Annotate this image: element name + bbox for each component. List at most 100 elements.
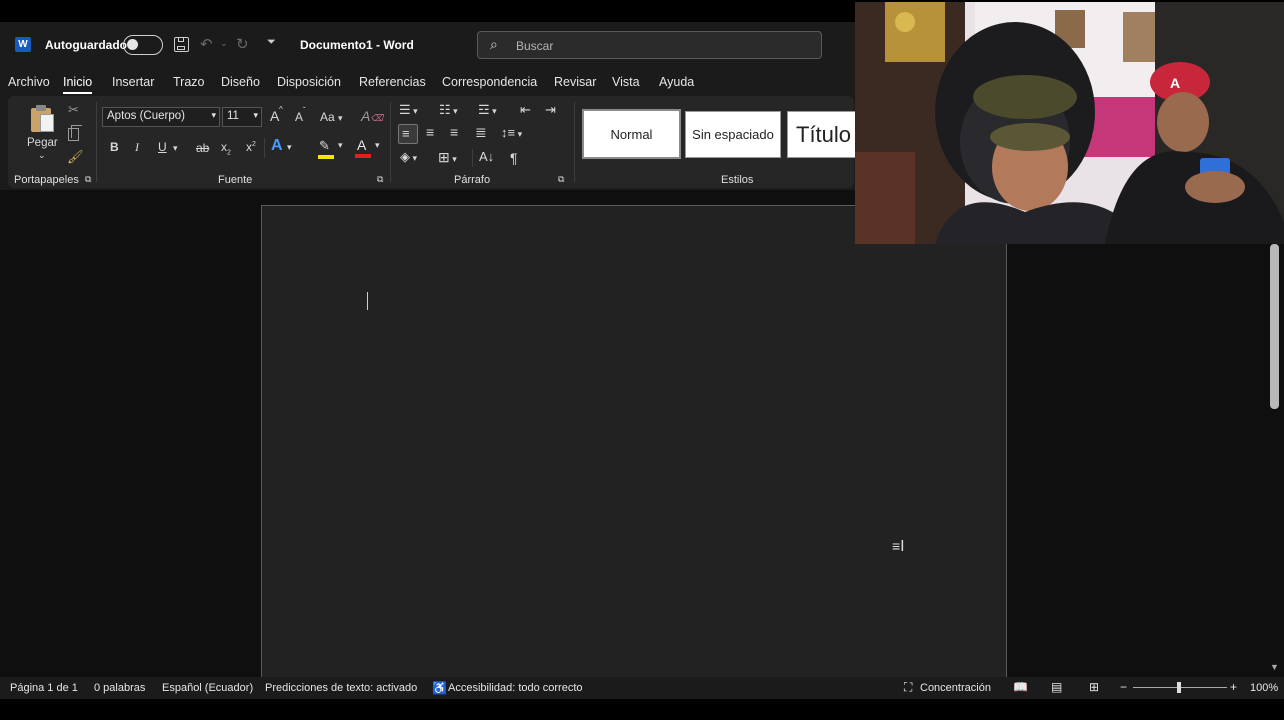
font-size-value: 11: [227, 110, 239, 122]
svg-text:A: A: [1170, 75, 1180, 91]
cut-icon[interactable]: ✂: [68, 102, 79, 118]
search-placeholder: Buscar: [516, 39, 554, 53]
accessibility-status[interactable]: Accesibilidad: todo correcto: [448, 682, 583, 694]
justify-icon[interactable]: ≣: [475, 124, 487, 141]
undo-icon[interactable]: ↶: [200, 35, 213, 53]
tab-ayuda[interactable]: Ayuda: [659, 75, 694, 89]
format-painter-icon[interactable]: 🖌: [67, 149, 84, 165]
autosave-label: Autoguardado: [45, 38, 127, 52]
scroll-down-icon[interactable]: ▼: [1270, 662, 1279, 672]
tab-trazo[interactable]: Trazo: [173, 75, 205, 89]
change-case-label: Aa: [320, 110, 335, 124]
tab-diseno[interactable]: Diseño: [221, 75, 260, 89]
clipboard-group-label: Portapapeles: [14, 174, 79, 186]
change-case-button[interactable]: Aa ▾: [320, 110, 343, 124]
strikethrough-button[interactable]: ab: [196, 141, 209, 155]
word-count-status[interactable]: 0 palabras: [94, 682, 145, 694]
focus-mode-button[interactable]: Concentración: [920, 682, 991, 694]
customize-qat-icon[interactable]: ⏷: [267, 36, 276, 49]
style-no-spacing[interactable]: Sin espaciado: [685, 111, 781, 158]
font-name-value: Aptos (Cuerpo): [107, 110, 185, 122]
paragraph-launcher-icon[interactable]: ⧉: [558, 174, 564, 185]
bullets-icon[interactable]: ☰ ▾: [399, 102, 418, 118]
show-marks-button[interactable]: ¶: [510, 150, 518, 166]
document-page[interactable]: [261, 205, 1007, 685]
highlight-button[interactable]: ✎ ▾: [317, 138, 345, 160]
zoom-level[interactable]: 100%: [1250, 682, 1278, 694]
align-left-icon: ≡: [402, 126, 410, 141]
autosave-toggle[interactable]: [123, 35, 163, 55]
tab-archivo[interactable]: Archivo: [8, 75, 50, 89]
align-center-icon[interactable]: ≡: [426, 124, 434, 140]
web-layout-icon[interactable]: ⊞: [1089, 680, 1099, 694]
underline-button[interactable]: U ▾: [158, 140, 178, 154]
separator: [264, 138, 265, 158]
status-bar: Página 1 de 1 0 palabras Español (Ecuado…: [0, 677, 1284, 699]
zoom-slider-thumb[interactable]: [1177, 682, 1181, 693]
sort-icon[interactable]: A↓: [479, 149, 494, 164]
search-icon: ⌕: [490, 36, 498, 52]
paste-icon[interactable]: [29, 104, 55, 132]
tab-vista[interactable]: Vista: [612, 75, 640, 89]
superscript-icon[interactable]: x2: [246, 140, 256, 154]
toggle-knob: [127, 39, 138, 50]
zoom-in-icon[interactable]: +: [1230, 680, 1237, 694]
search-box[interactable]: ⌕ Buscar: [477, 31, 822, 59]
numbering-icon[interactable]: ☷ ▾: [439, 102, 458, 118]
read-mode-icon[interactable]: 📖: [1013, 680, 1028, 694]
styles-group-label: Estilos: [721, 174, 754, 186]
borders-icon[interactable]: ⊞ ▾: [438, 149, 457, 166]
zoom-out-icon[interactable]: −: [1120, 680, 1127, 694]
grow-font-caret: ^: [279, 105, 283, 114]
separator: [574, 102, 575, 182]
language-status[interactable]: Español (Ecuador): [162, 682, 253, 694]
paste-label[interactable]: Pegar: [27, 137, 58, 149]
ribbon: Pegar ⌄ ✂ 🖌 Portapapeles ⧉ Aptos (Cuerpo…: [0, 96, 857, 190]
tab-correspondencia[interactable]: Correspondencia: [442, 75, 537, 89]
shading-icon[interactable]: ◈ ▾: [400, 149, 417, 165]
mouse-ibeam-cursor: ≡I: [892, 538, 905, 555]
tab-disposicion[interactable]: Disposición: [277, 75, 341, 89]
chevron-down-icon: ▾: [253, 110, 258, 120]
align-left-button[interactable]: ≡: [398, 124, 418, 144]
font-name-select[interactable]: Aptos (Cuerpo) ▾: [102, 107, 220, 127]
subscript-icon[interactable]: x2: [221, 140, 231, 156]
text-cursor: [367, 292, 368, 310]
multilevel-list-icon[interactable]: ☲ ▾: [478, 102, 497, 118]
bold-button[interactable]: B: [110, 140, 119, 154]
undo-dropdown-icon[interactable]: ⌄: [220, 38, 228, 49]
shrink-font-icon[interactable]: A: [295, 110, 303, 124]
vertical-scrollbar[interactable]: [1270, 244, 1279, 409]
font-color-swatch: [355, 154, 371, 158]
focus-icon[interactable]: ⛶: [904, 680, 912, 695]
decrease-indent-icon[interactable]: ⇤: [520, 102, 531, 118]
print-layout-icon[interactable]: ▤: [1051, 680, 1062, 694]
font-color-button[interactable]: A ▾: [354, 137, 382, 159]
save-icon[interactable]: [174, 37, 189, 52]
separator: [390, 102, 391, 182]
style-heading[interactable]: Título: [787, 111, 857, 158]
chevron-down-icon: ▾: [211, 110, 216, 120]
style-normal[interactable]: Normal: [582, 109, 681, 159]
page-count-status[interactable]: Página 1 de 1: [10, 682, 78, 694]
increase-indent-icon[interactable]: ⇥: [545, 102, 556, 118]
tab-referencias[interactable]: Referencias: [359, 75, 426, 89]
italic-button[interactable]: I: [135, 140, 139, 155]
font-size-select[interactable]: 11 ▾: [222, 107, 262, 127]
redo-icon[interactable]: ↻: [236, 35, 249, 53]
align-right-icon[interactable]: ≡: [450, 124, 458, 140]
tab-revisar[interactable]: Revisar: [554, 75, 596, 89]
text-effects-button[interactable]: A ▾: [271, 137, 292, 155]
accessibility-icon[interactable]: ♿: [432, 681, 447, 695]
font-group-label: Fuente: [218, 174, 253, 186]
tab-insertar[interactable]: Insertar: [112, 75, 154, 89]
clear-formatting-icon[interactable]: A⌫: [361, 108, 383, 124]
grow-font-icon[interactable]: A: [270, 108, 279, 124]
highlight-color-swatch: [318, 155, 334, 159]
line-spacing-icon[interactable]: ↕≡ ▾: [501, 125, 522, 140]
clipboard-launcher-icon[interactable]: ⧉: [85, 174, 91, 185]
paste-dropdown-icon[interactable]: ⌄: [38, 150, 46, 161]
text-predictions-status[interactable]: Predicciones de texto: activado: [265, 682, 417, 694]
font-launcher-icon[interactable]: ⧉: [377, 174, 383, 185]
tab-inicio[interactable]: Inicio: [63, 75, 93, 94]
